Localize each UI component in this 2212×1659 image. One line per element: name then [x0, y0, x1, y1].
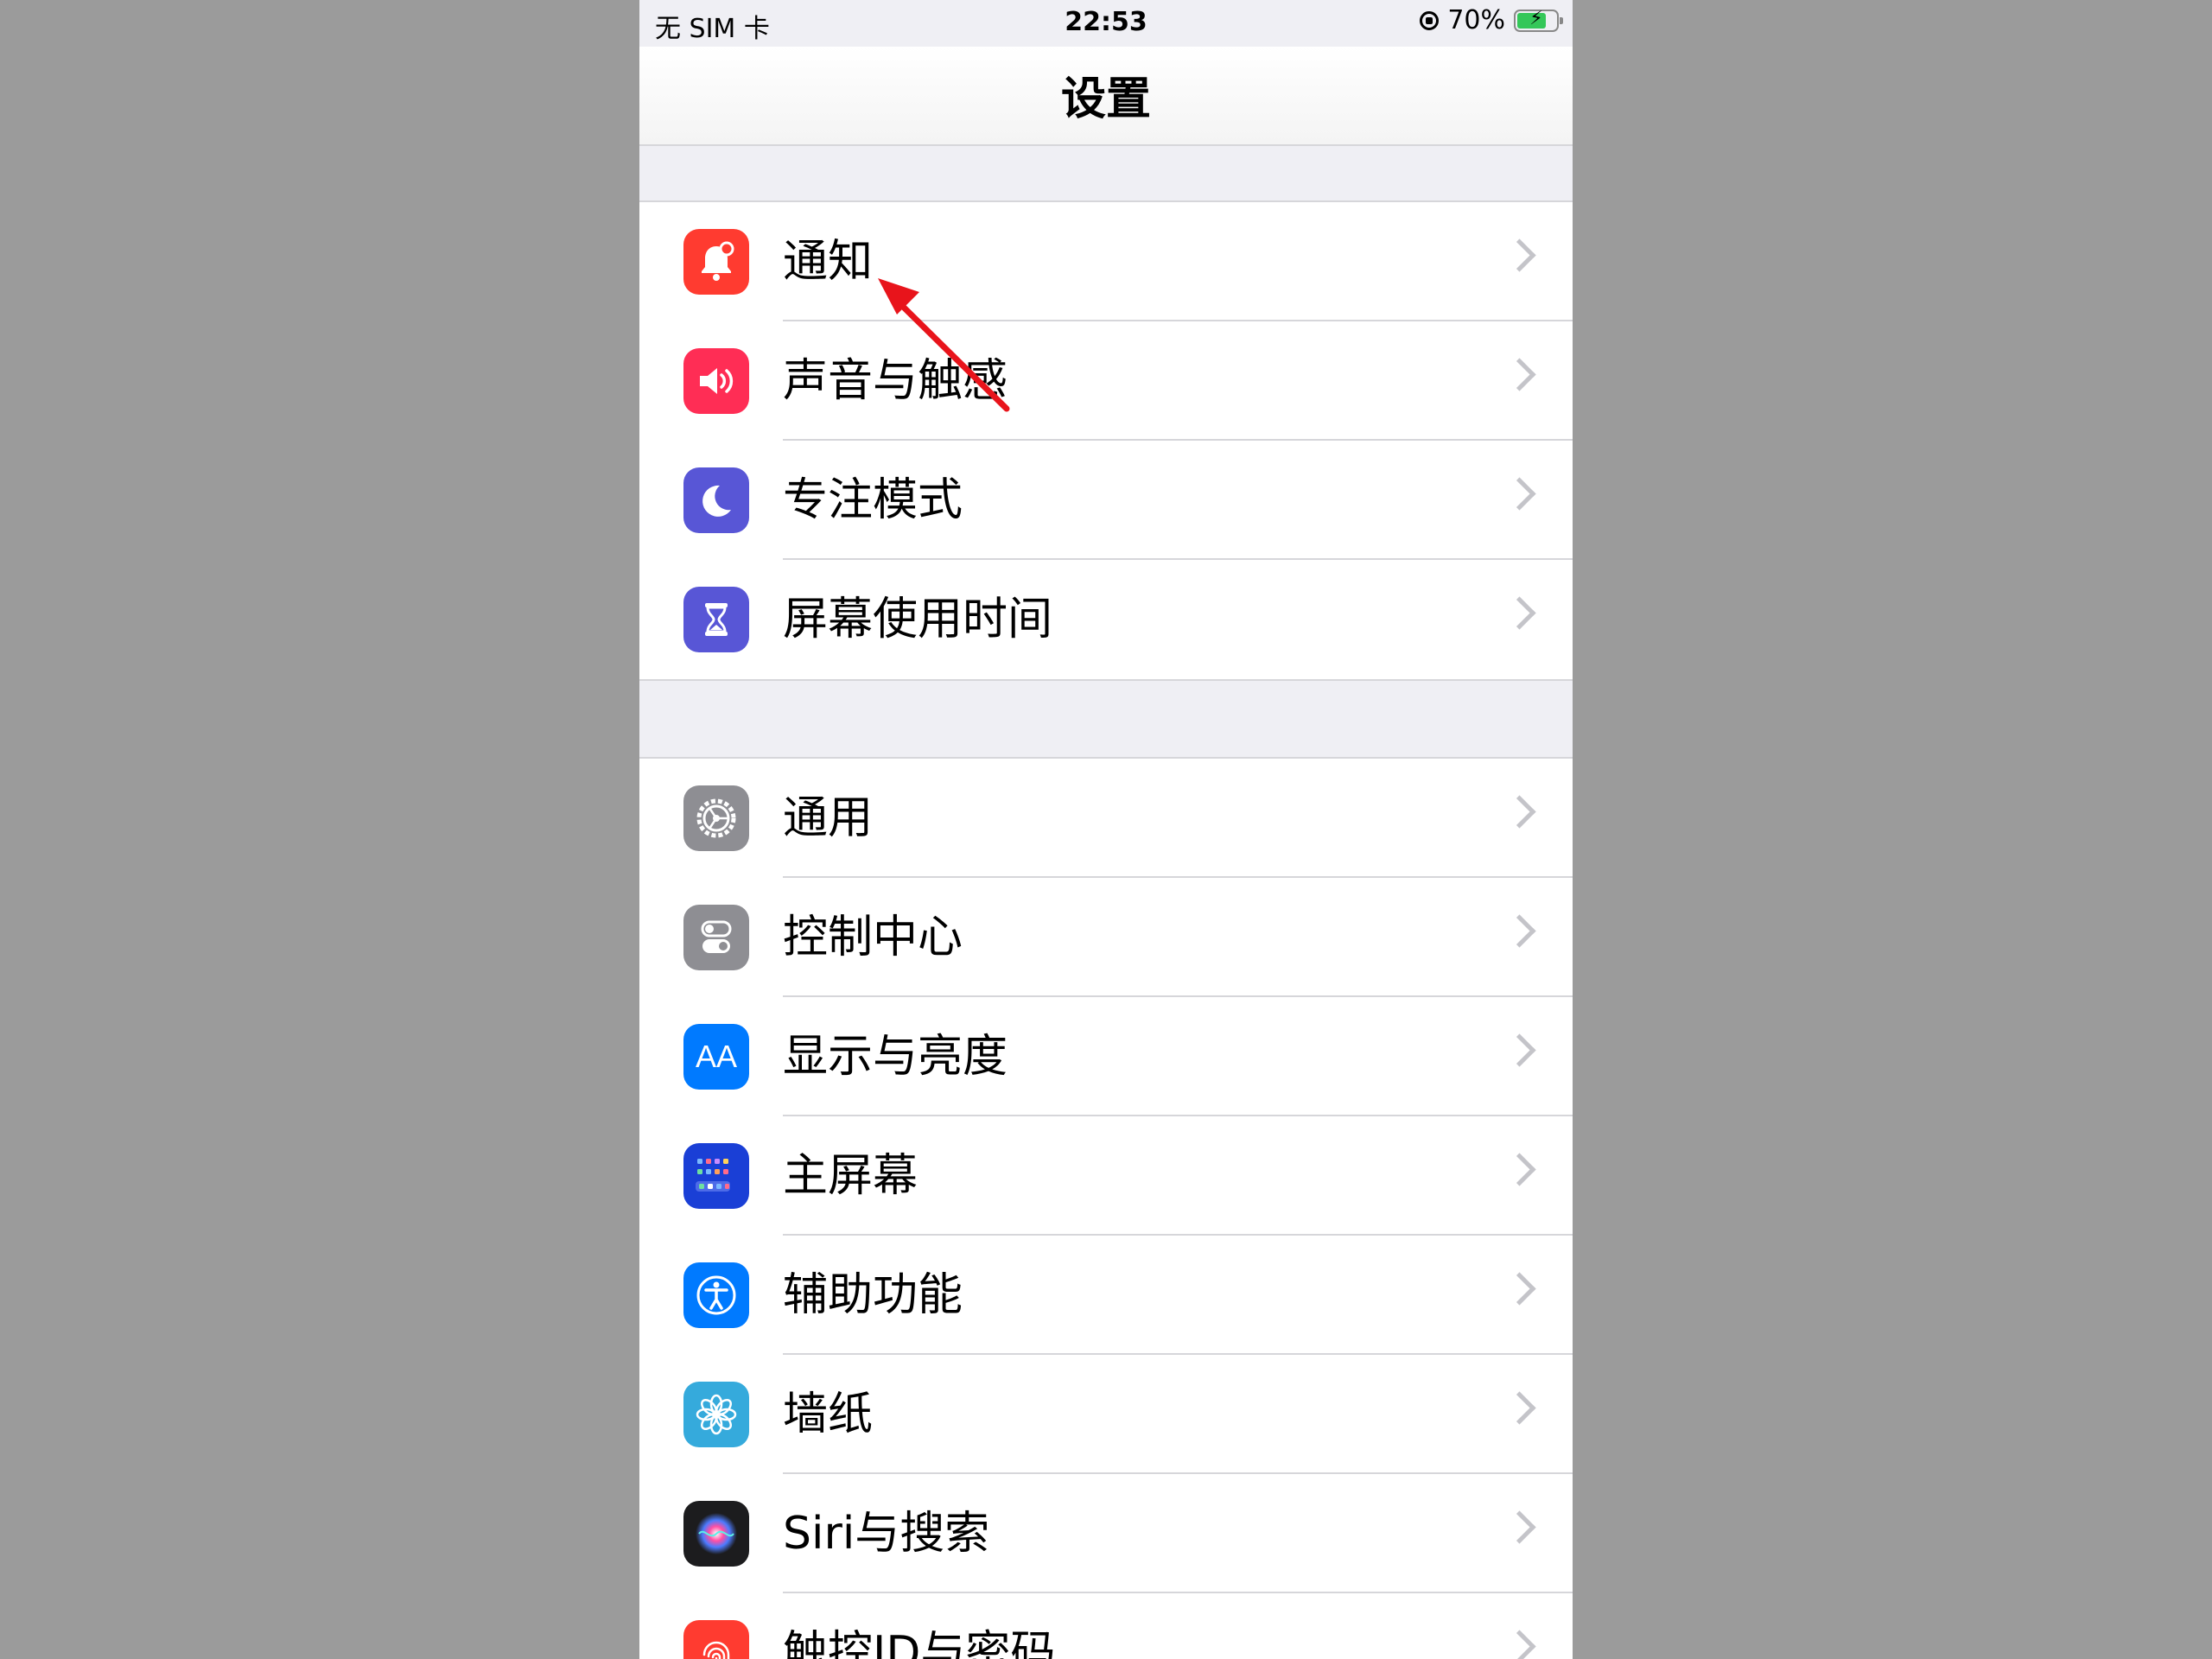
chevron-right-icon: [1503, 1033, 1536, 1067]
settings-row-siri[interactable]: Siri与搜索: [639, 1474, 1573, 1593]
chevron-right-icon: [1503, 596, 1536, 630]
rotation-lock-icon: [1420, 10, 1440, 30]
accessibility-icon: [683, 1262, 749, 1328]
settings-row-wallpaper[interactable]: 墙纸: [639, 1355, 1573, 1474]
settings-row-focus[interactable]: 专注模式: [639, 441, 1573, 560]
settings-row-notifications[interactable]: 通知: [639, 202, 1573, 321]
speaker-icon: [683, 348, 749, 414]
text-size-glyph: AA: [695, 1039, 738, 1074]
chevron-right-icon: [1503, 1153, 1536, 1186]
home-grid-icon: [683, 1143, 749, 1209]
text-size-icon: AA: [683, 1024, 749, 1090]
chevron-right-icon: [1503, 238, 1536, 272]
row-label: 专注模式: [783, 474, 963, 526]
row-label: Siri与搜索: [783, 1508, 990, 1560]
settings-row-sounds[interactable]: 声音与触感: [639, 321, 1573, 441]
settings-group-1: 通知 声音与触感 专注模式 屏幕使用时间: [639, 200, 1573, 681]
nav-bar: 设置: [639, 47, 1573, 146]
row-label: 显示与亮度: [783, 1031, 1008, 1083]
chevron-right-icon: [1503, 477, 1536, 511]
page-title: 设置: [1060, 73, 1151, 125]
chevron-right-icon: [1503, 914, 1536, 948]
settings-row-home-screen[interactable]: 主屏幕: [639, 1116, 1573, 1236]
row-label: 屏幕使用时间: [783, 594, 1053, 645]
settings-row-accessibility[interactable]: 辅助功能: [639, 1236, 1573, 1355]
settings-row-general[interactable]: 通用: [639, 759, 1573, 878]
row-label: 主屏幕: [783, 1150, 918, 1202]
chevron-right-icon: [1503, 1272, 1536, 1306]
row-label: 墙纸: [783, 1389, 874, 1440]
settings-row-control-center[interactable]: 控制中心: [639, 878, 1573, 997]
chevron-right-icon: [1503, 1630, 1536, 1659]
hourglass-icon: [683, 587, 749, 652]
chevron-right-icon: [1503, 1510, 1536, 1544]
row-label: 通知: [783, 236, 874, 288]
row-label: 控制中心: [783, 912, 963, 963]
battery-percent: 70%: [1447, 5, 1505, 35]
settings-row-touch-id[interactable]: 触控ID与密码: [639, 1593, 1573, 1659]
toggles-icon: [683, 905, 749, 970]
bell-icon: [683, 229, 749, 295]
row-label: 声音与触感: [783, 355, 1008, 407]
chevron-right-icon: [1503, 795, 1536, 829]
gear-icon: [683, 785, 749, 851]
fingerprint-icon: [683, 1620, 749, 1659]
row-label: 通用: [783, 792, 874, 844]
flower-icon: [683, 1382, 749, 1447]
chevron-right-icon: [1503, 1391, 1536, 1425]
row-label: 触控ID与密码: [783, 1627, 1056, 1659]
siri-icon: [683, 1501, 749, 1567]
settings-row-screen-time[interactable]: 屏幕使用时间: [639, 560, 1573, 679]
chevron-right-icon: [1503, 358, 1536, 391]
row-label: 辅助功能: [783, 1269, 963, 1321]
status-right: 70% ⚡: [1420, 5, 1563, 35]
moon-icon: [683, 467, 749, 533]
status-bar: 无 SIM 卡 22:53 70% ⚡: [639, 0, 1573, 47]
battery-icon: ⚡: [1514, 7, 1563, 32]
settings-group-2: 通用 控制中心 AA 显示与亮度 主屏幕 辅助功能 墙纸 Siri与搜索 触控I…: [639, 757, 1573, 1659]
settings-screen: 无 SIM 卡 22:53 70% ⚡ 设置 通知 声音与触感 专注模式 屏幕使…: [639, 0, 1573, 1659]
settings-row-display[interactable]: AA 显示与亮度: [639, 997, 1573, 1116]
charging-bolt-icon: ⚡: [1529, 7, 1543, 29]
